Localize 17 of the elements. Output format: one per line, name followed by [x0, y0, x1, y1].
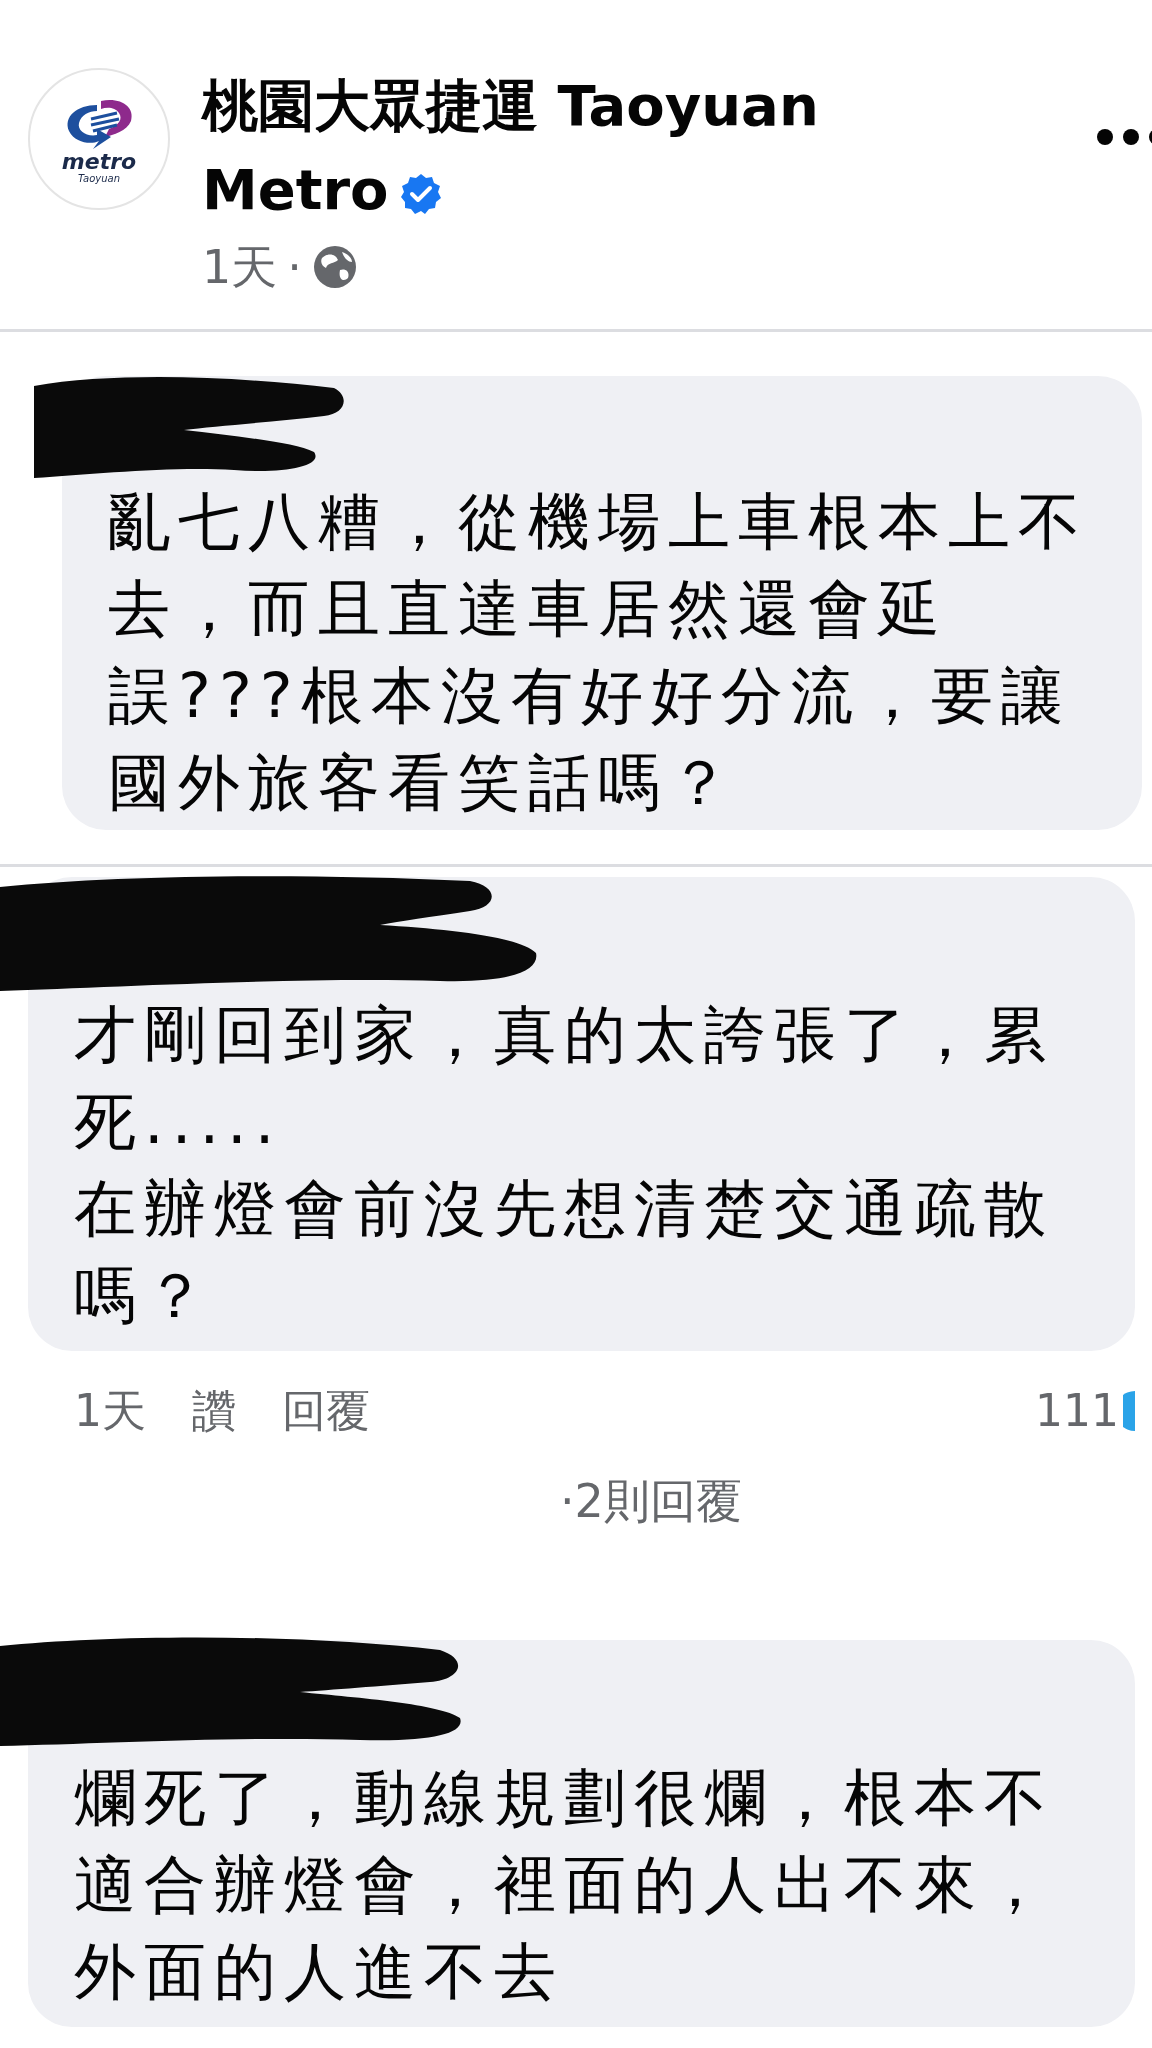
page-avatar[interactable]: metro Taoyuan	[28, 68, 170, 210]
separator-dot: ·	[287, 239, 302, 296]
comment-text: 才剛回到家，真的太誇張了，累死..... 在辦燈會前沒先想清楚交通疏散嗎？	[74, 997, 1055, 1334]
globe-icon	[311, 244, 358, 290]
comment-text: 亂七八糟，從機場上車根本上不去，而且直達車居然還會延誤???根本沒有好好分流，要讓國外旅客看笑話嗎？	[108, 484, 1089, 821]
comment-text: 爛死了，動線規劃很爛，根本不適合辦燈會，裡面的人出不來，外面的人進不去	[74, 1760, 1055, 2010]
reaction-icon	[1123, 1391, 1135, 1431]
post-time[interactable]: 1天	[202, 232, 278, 302]
view-replies-link[interactable]: ·2則回覆	[560, 1474, 742, 1528]
logo-subtext: Taoyuan	[78, 172, 120, 184]
logo-text: metro	[61, 150, 137, 173]
reply-link[interactable]: 回覆	[282, 1381, 370, 1441]
reaction-count[interactable]: 111	[1035, 1351, 1119, 1471]
more-icon[interactable]	[1096, 128, 1152, 146]
page-name[interactable]: 桃園大眾捷運 Taoyuan Metro	[202, 64, 942, 232]
like-link[interactable]: 讚	[192, 1381, 236, 1441]
comment-time[interactable]: 1天	[74, 1381, 146, 1441]
